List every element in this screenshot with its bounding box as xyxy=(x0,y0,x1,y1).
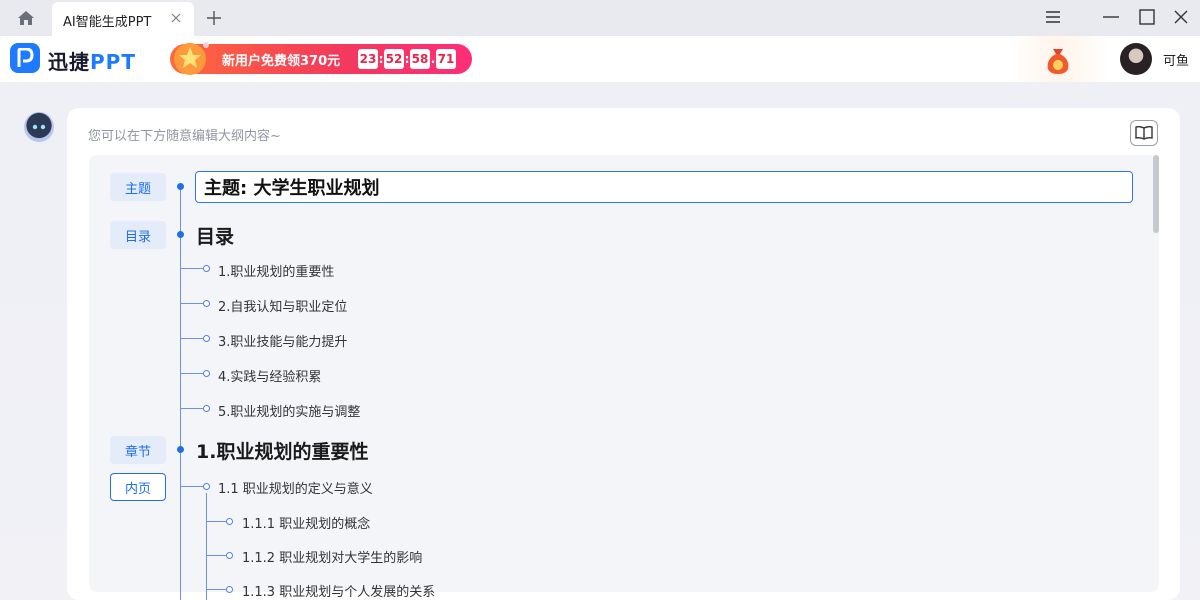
toc-heading[interactable]: 目录 xyxy=(196,222,234,249)
avatar[interactable] xyxy=(1120,43,1152,75)
node-dot xyxy=(177,183,184,190)
menu-icon[interactable] xyxy=(1042,6,1064,28)
page-heading[interactable]: 1.1 职业规划的定义与意义 xyxy=(218,478,373,497)
tag-topic[interactable]: 主题 xyxy=(110,173,166,201)
branch-line xyxy=(181,268,203,269)
sub-item-3[interactable]: 1.1.3 职业规划与个人发展的关系 xyxy=(242,581,435,600)
countdown-seconds: 58 xyxy=(410,49,430,69)
countdown-hours: 23 xyxy=(358,49,378,69)
sub-item-1[interactable]: 1.1.1 职业规划的概念 xyxy=(242,513,370,532)
branch-line xyxy=(181,303,203,304)
node-ring xyxy=(203,405,210,412)
logo-icon xyxy=(10,43,40,73)
toc-item-4[interactable]: 4.实践与经验积累 xyxy=(218,366,321,385)
chapter-heading[interactable]: 1.职业规划的重要性 xyxy=(196,437,368,464)
maximize-icon[interactable] xyxy=(1136,6,1158,28)
reward-icon[interactable] xyxy=(1044,45,1072,75)
minimize-icon[interactable] xyxy=(1100,6,1122,28)
node-ring xyxy=(203,265,210,272)
node-ring xyxy=(203,483,210,490)
robot-icon xyxy=(24,112,54,142)
username[interactable]: 可鱼 xyxy=(1163,50,1189,69)
countdown-centis: 71 xyxy=(436,49,456,69)
toc-item-2[interactable]: 2.自我认知与职业定位 xyxy=(218,296,347,315)
tab-title: AI智能生成PPT xyxy=(63,15,152,30)
tree-line xyxy=(180,185,181,600)
branch-line xyxy=(206,521,226,522)
tag-chapter[interactable]: 章节 xyxy=(110,436,166,464)
branch-line xyxy=(181,408,203,409)
toc-item-1[interactable]: 1.职业规划的重要性 xyxy=(218,261,334,280)
scrollbar[interactable] xyxy=(1153,155,1159,233)
branch-line xyxy=(181,486,203,487)
topic-input[interactable]: 主题: 大学生职业规划 xyxy=(195,171,1133,203)
node-ring xyxy=(226,518,233,525)
countdown-minutes: 52 xyxy=(384,49,404,69)
countdown-timer: 23: 52: 58. 71 xyxy=(358,49,456,69)
sub-tree-line xyxy=(206,493,207,600)
node-ring xyxy=(203,335,210,342)
app-header: 迅捷PPT 新用户免费领370元 23: 52: 58. 71 可鱼 xyxy=(0,36,1200,82)
node-dot xyxy=(177,446,184,453)
node-ring xyxy=(226,552,233,559)
promo-text: 新用户免费领370元 xyxy=(222,54,341,69)
home-icon[interactable] xyxy=(14,7,38,29)
book-icon[interactable] xyxy=(1130,120,1158,146)
editor-hint: 您可以在下方随意编辑大纲内容~ xyxy=(88,129,281,144)
plus-icon[interactable] xyxy=(204,8,224,28)
node-ring xyxy=(226,586,233,593)
tab-ai-ppt[interactable]: AI智能生成PPT xyxy=(52,2,194,36)
branch-line xyxy=(181,338,203,339)
node-dot xyxy=(177,231,184,238)
node-ring xyxy=(203,300,210,307)
branch-line xyxy=(181,373,203,374)
toc-item-3[interactable]: 3.职业技能与能力提升 xyxy=(218,331,347,350)
close-icon[interactable] xyxy=(168,10,184,26)
branch-line xyxy=(206,589,226,590)
node-ring xyxy=(203,370,210,377)
gift-icon xyxy=(174,42,209,75)
tab-bar: AI智能生成PPT xyxy=(0,0,1200,36)
tag-page[interactable]: 内页 xyxy=(110,473,166,501)
branch-line xyxy=(206,555,226,556)
close-window-icon[interactable] xyxy=(1170,6,1192,28)
sub-item-2[interactable]: 1.1.2 职业规划对大学生的影响 xyxy=(242,547,422,566)
tag-toc[interactable]: 目录 xyxy=(110,221,166,249)
logo-text: 迅捷PPT xyxy=(48,50,136,74)
toc-item-5[interactable]: 5.职业规划的实施与调整 xyxy=(218,401,360,420)
